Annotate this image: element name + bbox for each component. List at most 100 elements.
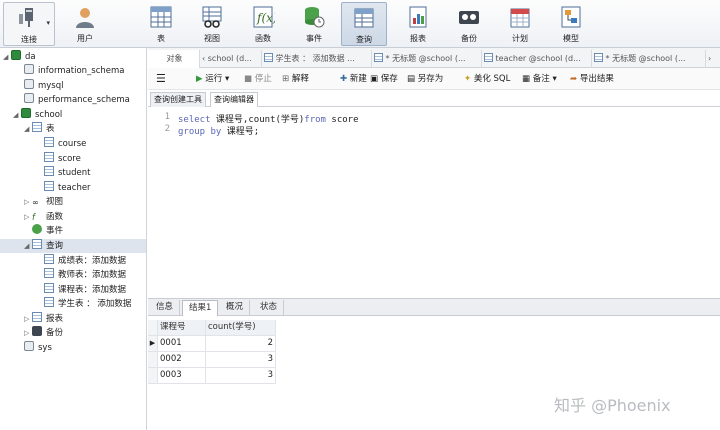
table-button[interactable]: 表 bbox=[138, 2, 184, 46]
tree-node-database[interactable]: sys bbox=[24, 341, 52, 355]
save-as-button[interactable]: ▤ 另存为 bbox=[407, 72, 443, 86]
query-icon bbox=[44, 268, 54, 278]
tree-label: 课程表：添加数据 bbox=[58, 285, 127, 295]
tab-scroll-right[interactable]: › bbox=[706, 50, 720, 68]
tree-node-backups[interactable]: ▷ 备份 bbox=[24, 326, 63, 340]
tree-node-table[interactable]: student bbox=[44, 166, 91, 180]
table-icon bbox=[150, 6, 172, 28]
chevron-left-icon[interactable]: ‹ bbox=[202, 54, 205, 63]
event-button[interactable]: 事件 bbox=[291, 2, 337, 46]
tree-node-functions[interactable]: ▷ f 函数 bbox=[24, 210, 63, 224]
function-button[interactable]: f(x) 函数 bbox=[240, 2, 286, 46]
table-cell[interactable]: 0001 bbox=[158, 336, 206, 352]
tree-node-views[interactable]: ▷ ∞ 视图 bbox=[24, 195, 63, 209]
tree-node-table[interactable]: teacher bbox=[44, 181, 91, 195]
query-icon bbox=[44, 283, 54, 293]
expand-right-icon[interactable]: ▷ bbox=[24, 195, 32, 209]
tree-label: student bbox=[58, 168, 91, 178]
tree-node-events[interactable]: 事件 bbox=[32, 224, 63, 238]
tree-node-reports[interactable]: ▷ 报表 bbox=[24, 312, 63, 326]
stop-button[interactable]: ■ 停止 bbox=[244, 72, 272, 86]
explain-button[interactable]: ⊞ 解释 bbox=[282, 72, 309, 86]
expand-down-icon[interactable]: ◢ bbox=[24, 122, 32, 136]
tree-node-table[interactable]: score bbox=[44, 152, 81, 166]
comment-dropdown-icon[interactable]: ▾ bbox=[552, 74, 556, 84]
user-icon bbox=[76, 8, 94, 28]
tree-node-tables[interactable]: ◢ 表 bbox=[24, 122, 55, 136]
user-button[interactable]: 用户 bbox=[62, 2, 108, 46]
tree-node-query[interactable]: 学生表 ： 添加数据 bbox=[44, 297, 131, 311]
row-header-cell bbox=[148, 320, 158, 336]
run-button[interactable]: ▶ 运行 ▾ bbox=[196, 72, 229, 86]
expand-down-icon[interactable]: ◢ bbox=[13, 108, 21, 122]
table-cell[interactable]: 0002 bbox=[158, 352, 206, 368]
connection-tree[interactable]: ◢ da information_schema mysql performance… bbox=[0, 48, 147, 430]
run-dropdown-icon[interactable]: ▾ bbox=[225, 74, 229, 84]
beautify-sql-button[interactable]: ✦ 美化 SQL bbox=[464, 72, 510, 86]
backup-button[interactable]: 备份 bbox=[446, 2, 492, 46]
editor-mode-tabs: 查询创建工具 查询编辑器 bbox=[148, 91, 720, 107]
backup-icon bbox=[459, 11, 479, 24]
save-button[interactable]: ▣ 保存 bbox=[370, 72, 398, 86]
tab-school[interactable]: ‹ school (d... bbox=[200, 50, 262, 68]
tab-info[interactable]: 信息 bbox=[150, 300, 181, 316]
tree-node-connection[interactable]: ◢ da bbox=[3, 50, 36, 64]
tree-node-database[interactable]: performance_schema bbox=[24, 93, 130, 107]
tree-node-database[interactable]: information_schema bbox=[24, 64, 125, 78]
query-button[interactable]: 查询 bbox=[341, 2, 387, 46]
tab-profile[interactable]: 概况 bbox=[220, 300, 251, 316]
tree-node-database[interactable]: mysql bbox=[24, 79, 64, 93]
tab-teacher[interactable]: teacher @school (d... bbox=[482, 50, 592, 68]
chevron-right-icon[interactable]: › bbox=[708, 54, 711, 63]
table-cell[interactable]: 3 bbox=[206, 352, 276, 368]
tab-untitled-1[interactable]: * 无标题 @school (... bbox=[372, 50, 482, 68]
table-cell[interactable]: 2 bbox=[206, 336, 276, 352]
new-button[interactable]: ✚ 新建 bbox=[340, 72, 367, 86]
schedule-button[interactable]: 计划 bbox=[497, 2, 543, 46]
sql-editor[interactable]: 1 select 课程号,count(学号)from score 2 group… bbox=[148, 108, 720, 296]
code-line[interactable]: group by 课程号; bbox=[178, 124, 259, 137]
expand-right-icon[interactable]: ▷ bbox=[24, 326, 32, 340]
report-button[interactable]: 报表 bbox=[395, 2, 441, 46]
tree-node-query[interactable]: 教师表：添加数据 bbox=[44, 268, 126, 282]
comment-button[interactable]: ▦ 备注 ▾ bbox=[522, 72, 557, 86]
view-button[interactable]: 视图 bbox=[189, 2, 235, 46]
tab-result1[interactable]: 结果1 bbox=[182, 300, 219, 316]
connect-dropdown-icon[interactable]: ▾ bbox=[46, 19, 50, 27]
tree-label: teacher bbox=[58, 183, 91, 193]
tab-objects[interactable]: 对象 bbox=[148, 50, 200, 68]
table-cell[interactable]: 0003 bbox=[158, 368, 206, 384]
connect-button[interactable]: 连接 ▾ bbox=[3, 2, 55, 46]
tab-query-editor[interactable]: 查询编辑器 bbox=[210, 92, 258, 107]
export-icon: ➦ bbox=[570, 74, 578, 84]
column-header[interactable]: 课程号 bbox=[158, 320, 206, 336]
backup-icon bbox=[32, 326, 42, 336]
stop-icon: ■ bbox=[244, 74, 253, 84]
tab-untitled-2[interactable]: * 无标题 @school (... bbox=[592, 50, 706, 68]
tree-node-table[interactable]: course bbox=[44, 137, 86, 151]
tab-label: 学生表 ： 添加数据 ... bbox=[275, 54, 355, 63]
model-button[interactable]: 模型 bbox=[548, 2, 594, 46]
export-result-button[interactable]: ➦ 导出结果 bbox=[570, 72, 614, 86]
expand-right-icon[interactable]: ▷ bbox=[24, 210, 32, 224]
column-header[interactable]: count(学号) bbox=[206, 320, 276, 336]
tree-node-query[interactable]: 成绩表：添加数据 bbox=[44, 254, 126, 268]
tab-status[interactable]: 状态 bbox=[254, 300, 285, 316]
new-label: 新建 bbox=[349, 74, 367, 84]
table-cell[interactable]: 3 bbox=[206, 368, 276, 384]
sql-text: 课程号; bbox=[221, 127, 260, 137]
tree-label: school bbox=[35, 110, 63, 120]
tab-student-query[interactable]: 学生表 ： 添加数据 ... bbox=[262, 50, 372, 68]
expand-right-icon[interactable]: ▷ bbox=[24, 312, 32, 326]
tab-query-builder[interactable]: 查询创建工具 bbox=[150, 92, 206, 107]
tree-node-query[interactable]: 课程表：添加数据 bbox=[44, 283, 126, 297]
expand-down-icon[interactable]: ◢ bbox=[24, 239, 32, 253]
stop-label: 停止 bbox=[254, 74, 272, 84]
tree-node-database-school[interactable]: ◢ school bbox=[13, 108, 62, 122]
tree-label: 成绩表：添加数据 bbox=[58, 256, 127, 266]
sql-keyword: group by bbox=[178, 127, 222, 137]
menu-icon[interactable]: ☰ bbox=[156, 72, 166, 86]
expand-down-icon[interactable]: ◢ bbox=[3, 50, 11, 64]
save-as-label: 另存为 bbox=[417, 74, 444, 84]
tree-node-queries[interactable]: ◢ 查询 bbox=[0, 239, 146, 253]
